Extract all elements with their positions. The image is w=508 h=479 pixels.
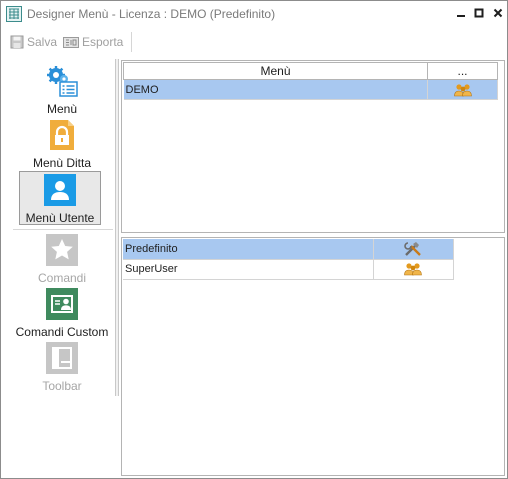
nav-item-custom-commands[interactable]: Comandi Custom [7, 288, 117, 340]
export-icon [63, 37, 79, 48]
users-grid-panel: Predefinito SuperUser [121, 237, 505, 476]
column-header-menu[interactable]: Menù [123, 62, 428, 80]
nav-item-label: Comandi Custom [15, 325, 109, 339]
export-button[interactable]: Esporta [63, 33, 123, 51]
save-label: Salva [27, 35, 58, 49]
designer-menu-window: Designer Menù - Licenza : DEMO (Predefin… [0, 0, 508, 479]
nav-item-commands[interactable]: Comandi [7, 234, 117, 286]
nav-item-label: Menù [46, 102, 78, 116]
star-icon [46, 234, 78, 269]
window-title: Designer Menù - Licenza : DEMO (Predefin… [27, 7, 276, 21]
nav-item-toolbar[interactable]: Toolbar [7, 342, 117, 394]
close-button[interactable] [490, 5, 506, 21]
nav-item-label: Menù Utente [25, 211, 95, 225]
toolbar-icon [46, 342, 78, 377]
nav-item-menu[interactable]: Menù [7, 65, 117, 117]
toolbar-separator [131, 32, 132, 52]
nav-item-user-menu[interactable]: Menù Utente [19, 171, 101, 225]
users-grid: Predefinito SuperUser [123, 239, 454, 280]
nav-item-label: Menù Ditta [32, 156, 92, 170]
nav-separator [13, 229, 113, 230]
export-label: Esporta [82, 35, 124, 49]
nav-item-label: Toolbar [42, 379, 82, 393]
column-header-actions[interactable]: ... [427, 62, 498, 80]
menu-grid: Menù ... DEMO [123, 62, 498, 100]
nav-item-company-menu[interactable]: Menù Ditta [7, 119, 117, 171]
toolbar: Salva Esporta [5, 30, 505, 54]
menu-name-cell[interactable]: DEMO [123, 79, 428, 100]
user-name-cell[interactable]: Predefinito [123, 239, 374, 260]
save-button[interactable]: Salva [10, 33, 57, 51]
nav-item-label: Comandi [37, 271, 87, 285]
user-name-cell[interactable]: SuperUser [123, 259, 374, 280]
user-card-icon [46, 288, 78, 323]
users-group-icon[interactable] [427, 79, 498, 100]
tools-icon[interactable] [373, 239, 454, 260]
minimize-button[interactable] [453, 5, 469, 21]
table-row[interactable]: Predefinito [123, 239, 454, 260]
user-icon [44, 174, 76, 209]
table-row[interactable]: DEMO [123, 79, 498, 100]
lock-document-icon [46, 119, 78, 154]
nav-splitter[interactable] [115, 59, 119, 396]
users-group-icon[interactable] [373, 259, 454, 280]
menu-grid-panel: Menù ... DEMO [121, 60, 505, 233]
maximize-button[interactable] [471, 5, 487, 21]
table-row[interactable]: SuperUser [123, 259, 454, 280]
save-icon [10, 35, 24, 49]
side-nav: Menù Menù Ditta Menù Utente Comandi Coma… [5, 59, 119, 396]
title-bar: Designer Menù - Licenza : DEMO (Predefin… [1, 1, 507, 27]
gears-list-icon [46, 65, 78, 100]
grid-app-icon [6, 6, 22, 22]
